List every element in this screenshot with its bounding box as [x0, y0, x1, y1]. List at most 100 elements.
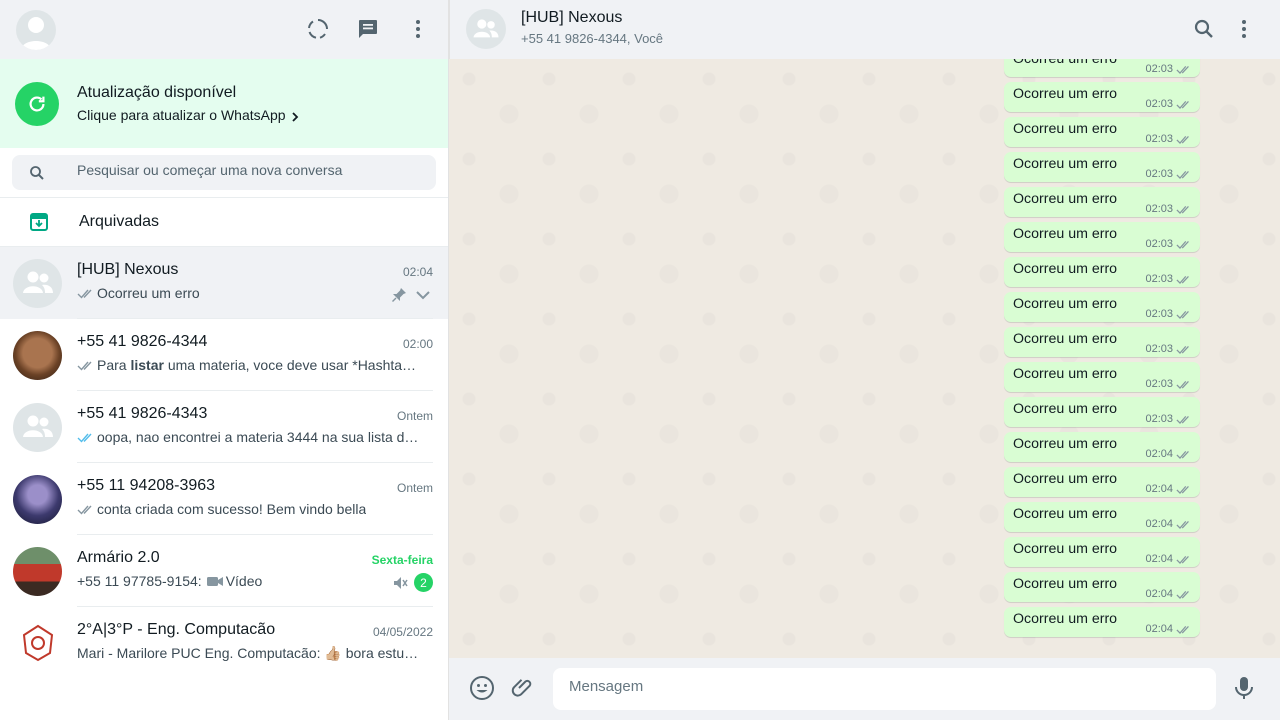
- message-time: 02:04: [1145, 518, 1173, 530]
- chat-name: +55 11 94208-3963: [77, 477, 216, 494]
- chat-name: [HUB] Nexous: [77, 261, 179, 278]
- chat-name: 2°A|3°P - Eng. Computacão: [77, 621, 276, 638]
- chat-list-pane: Atualização disponível Clique para atual…: [0, 0, 449, 720]
- group-avatar[interactable]: [466, 9, 506, 49]
- outgoing-message[interactable]: Ocorreu um erro 02:04: [1004, 432, 1200, 462]
- message-time: 02:04: [1145, 588, 1173, 600]
- message-text: Ocorreu um erro: [1013, 401, 1118, 417]
- chat-time: Ontem: [396, 481, 433, 495]
- message-time: 02:04: [1145, 623, 1173, 635]
- message-text: Ocorreu um erro: [1013, 541, 1118, 557]
- message-text: Ocorreu um erro: [1013, 436, 1118, 452]
- message-text: Ocorreu um erro: [1013, 86, 1118, 102]
- search-icon[interactable]: [28, 164, 46, 182]
- message-time: 02:03: [1145, 343, 1173, 355]
- group-avatar: [13, 546, 62, 596]
- archive-icon: [30, 213, 48, 231]
- conversation-header[interactable]: [HUB] Nexous +55 41 9826-4344, Você: [449, 0, 1280, 59]
- outgoing-message[interactable]: Ocorreu um erro 02:03: [1004, 187, 1200, 217]
- menu-icon[interactable]: [406, 17, 430, 41]
- chat-time: Sexta-feira: [371, 553, 433, 567]
- chat-name: +55 41 9826-4343: [77, 405, 208, 422]
- chat-item[interactable]: +55 41 9826-4343 Ontem oopa, nao encontr…: [0, 391, 448, 463]
- archived-label: Arquivadas: [79, 213, 160, 230]
- menu-icon[interactable]: [1232, 17, 1256, 41]
- outgoing-message[interactable]: Ocorreu um erro 02:04: [1004, 572, 1200, 602]
- message-text: Ocorreu um erro: [1013, 261, 1118, 277]
- outgoing-message[interactable]: Ocorreu um erro 02:03: [1004, 222, 1200, 252]
- message-list: Ocorreu um erro 02:03 Ocorreu um erro 02:03…: [449, 59, 1280, 658]
- outgoing-message[interactable]: Ocorreu um erro 02:03: [1004, 362, 1200, 392]
- outgoing-message[interactable]: Ocorreu um erro 02:03: [1004, 292, 1200, 322]
- message-text: Ocorreu um erro: [1013, 576, 1118, 592]
- update-banner[interactable]: Atualização disponível Clique para atual…: [0, 59, 448, 148]
- chat-preview: Ocorreu um erro: [77, 285, 429, 301]
- message-time: 02:03: [1145, 168, 1173, 180]
- outgoing-message[interactable]: Ocorreu um erro 02:04: [1004, 607, 1200, 637]
- message-time: 02:04: [1145, 448, 1173, 460]
- message-time: 02:03: [1145, 378, 1173, 390]
- chat-preview: oopa, nao encontrei a materia 3444 na su…: [77, 429, 429, 445]
- double-tick-icon: [1176, 380, 1189, 389]
- chevron-right-icon: [291, 111, 298, 122]
- chat-time: 04/05/2022: [372, 625, 433, 639]
- contact-avatar: [13, 330, 62, 380]
- double-tick-icon: [1176, 100, 1189, 109]
- update-title: Atualização disponível: [77, 84, 237, 101]
- chevron-down-icon[interactable]: [413, 285, 433, 305]
- chat-item[interactable]: +55 11 94208-3963 Ontem conta criada com…: [0, 463, 448, 535]
- chat-item[interactable]: +55 41 9826-4344 02:00 Para listar uma m…: [0, 319, 448, 391]
- double-tick-icon: [1176, 555, 1189, 564]
- outgoing-message[interactable]: Ocorreu um erro 02:03: [1004, 327, 1200, 357]
- chat-preview: Mari - Marilore PUC Eng. Computacão: 👍🏼 …: [77, 645, 419, 661]
- double-tick-icon: [1176, 310, 1189, 319]
- message-time: 02:04: [1145, 483, 1173, 495]
- double-tick-icon: [77, 361, 92, 371]
- message-text: Ocorreu um erro: [1013, 611, 1118, 627]
- new-chat-icon[interactable]: [356, 17, 380, 41]
- contact-avatar: [13, 474, 62, 524]
- double-tick-icon: [1176, 520, 1189, 529]
- outgoing-message[interactable]: Ocorreu um erro 02:03: [1004, 152, 1200, 182]
- message-text: Ocorreu um erro: [1013, 121, 1118, 137]
- chat-preview: +55 11 97785-9154: Vídeo: [77, 573, 263, 589]
- message-time: 02:03: [1145, 238, 1173, 250]
- chat-time: 02:00: [402, 337, 433, 351]
- update-subtitle: Clique para atualizar o WhatsApp: [77, 107, 286, 123]
- search-input[interactable]: [77, 162, 417, 178]
- chat-time: Ontem: [396, 409, 433, 423]
- outgoing-message[interactable]: Ocorreu um erro 02:04: [1004, 467, 1200, 497]
- double-tick-icon: [1176, 415, 1189, 424]
- archived-row[interactable]: Arquivadas: [0, 198, 448, 247]
- chat-item[interactable]: [HUB] Nexous 02:04 Ocorreu um erro: [0, 247, 448, 319]
- attach-icon[interactable]: [511, 675, 535, 699]
- outgoing-message[interactable]: Ocorreu um erro 02:03: [1004, 397, 1200, 427]
- chat-name: Armário 2.0: [77, 549, 160, 566]
- chat-item[interactable]: Armário 2.0 Sexta-feira +55 11 97785-915…: [0, 535, 448, 607]
- outgoing-message[interactable]: Ocorreu um erro 02:03: [1004, 59, 1200, 77]
- video-icon: [206, 577, 223, 586]
- chat-item[interactable]: 2°A|3°P - Eng. Computacão 04/05/2022 Mar…: [0, 607, 448, 679]
- outgoing-message[interactable]: Ocorreu um erro 02:03: [1004, 257, 1200, 287]
- message-time: 02:03: [1145, 308, 1173, 320]
- double-tick-icon: [1176, 450, 1189, 459]
- update-link[interactable]: Clique para atualizar o WhatsApp: [77, 107, 301, 123]
- double-tick-icon: [77, 289, 92, 299]
- status-icon[interactable]: [306, 17, 330, 41]
- message-text: Ocorreu um erro: [1013, 331, 1118, 347]
- emoji-icon[interactable]: [469, 675, 495, 701]
- chat-preview: conta criada com sucesso! Bem vindo bell…: [77, 501, 429, 517]
- double-tick-icon: [1176, 135, 1189, 144]
- outgoing-message[interactable]: Ocorreu um erro 02:03: [1004, 117, 1200, 147]
- outgoing-message[interactable]: Ocorreu um erro 02:04: [1004, 537, 1200, 567]
- profile-avatar[interactable]: [16, 9, 56, 50]
- message-input[interactable]: [553, 668, 1216, 710]
- message-text: Ocorreu um erro: [1013, 226, 1118, 242]
- outgoing-message[interactable]: Ocorreu um erro 02:04: [1004, 502, 1200, 532]
- refresh-icon: [15, 81, 59, 126]
- microphone-icon[interactable]: [1232, 675, 1256, 701]
- outgoing-message[interactable]: Ocorreu um erro 02:03: [1004, 82, 1200, 112]
- search-icon[interactable]: [1192, 17, 1216, 41]
- muted-icon: [394, 576, 408, 589]
- double-tick-icon: [1176, 590, 1189, 599]
